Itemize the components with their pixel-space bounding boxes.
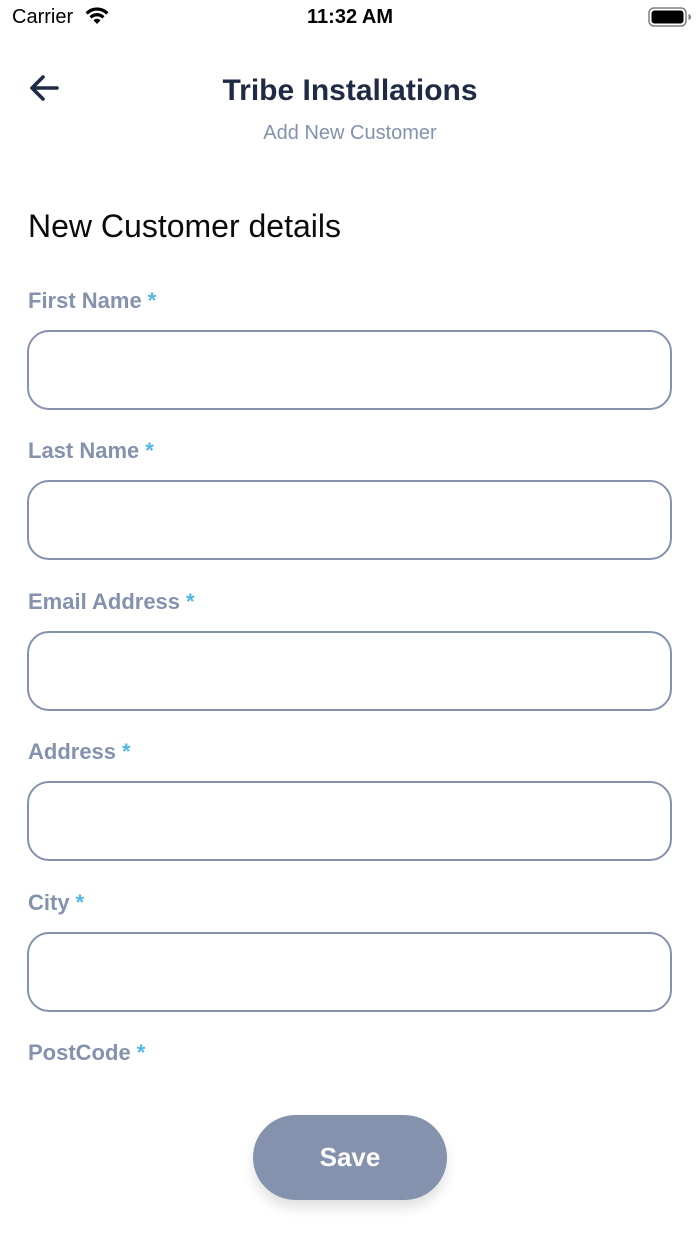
required-marker: *: [186, 589, 195, 614]
page-title: Tribe Installations: [222, 74, 478, 107]
postcode-label: PostCode *: [28, 1040, 145, 1066]
email-address-input[interactable]: [27, 631, 672, 711]
city-label: City *: [28, 890, 84, 916]
status-time: 11:32 AM: [307, 6, 393, 28]
field-label-text: Address: [28, 739, 117, 764]
section-title: New Customer details: [28, 208, 341, 244]
field-label-text: PostCode: [28, 1040, 131, 1065]
first-name-label: First Name *: [28, 288, 156, 314]
save-button[interactable]: Save: [253, 1115, 447, 1200]
address-label: Address *: [28, 739, 131, 765]
page-subtitle: Add New Customer: [263, 122, 437, 144]
status-bar: Carrier 11:32 AM: [0, 0, 700, 36]
last-name-input[interactable]: [27, 480, 672, 560]
required-marker: *: [75, 890, 85, 915]
required-marker: *: [145, 438, 154, 463]
required-marker: *: [136, 1040, 146, 1065]
address-input[interactable]: [27, 781, 672, 861]
last-name-label: Last Name *: [28, 438, 154, 464]
first-name-input[interactable]: [27, 330, 672, 410]
field-label-text: Email Address: [28, 589, 181, 614]
city-input[interactable]: [27, 932, 672, 1012]
battery-icon: [648, 7, 692, 27]
field-label-text: City: [28, 890, 70, 915]
field-label-text: First Name: [28, 288, 142, 313]
field-label-text: Last Name: [28, 438, 140, 463]
email-address-label: Email Address *: [28, 589, 195, 615]
required-marker: *: [147, 288, 157, 313]
required-marker: *: [122, 739, 131, 764]
